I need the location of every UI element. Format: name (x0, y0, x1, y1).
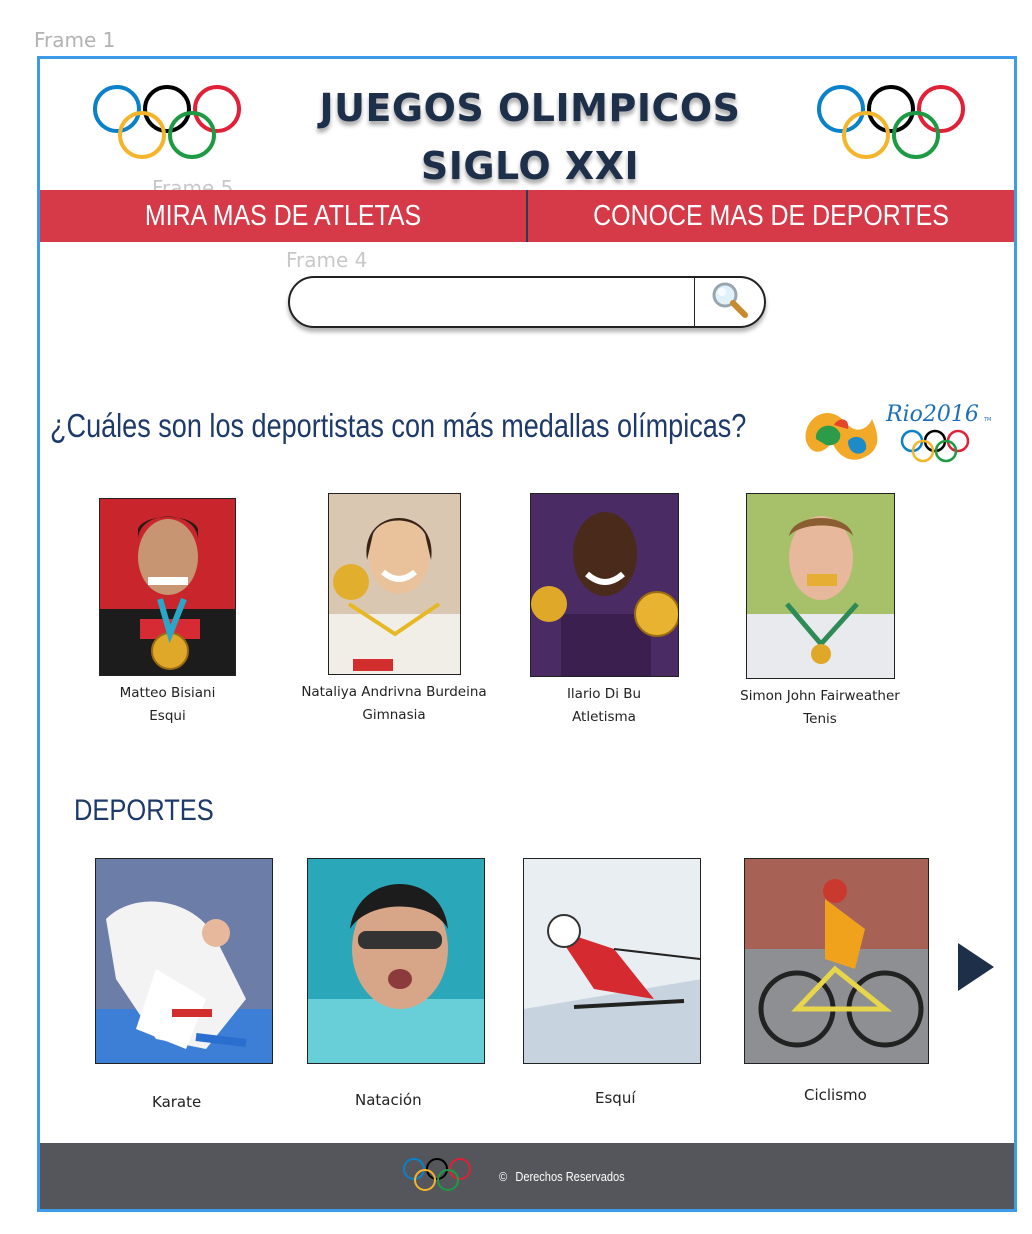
athlete-photo (529, 493, 679, 677)
sports-heading: DEPORTES (74, 794, 214, 827)
athlete-card[interactable]: Simon John Fairweather Tenis (730, 493, 910, 731)
athlete-name: Simon John Fairweather (740, 688, 900, 704)
athlete-name: Matteo Bisiani (119, 685, 216, 701)
sport-photo (307, 858, 485, 1064)
search-bar (288, 276, 766, 328)
sport-card-karate[interactable] (95, 858, 273, 1064)
title-line-2: SIGLO XXI (420, 144, 640, 188)
sport-card-ciclismo[interactable] (744, 858, 929, 1064)
athlete-photo (327, 493, 461, 675)
sport-label: Natación (355, 1091, 422, 1109)
footer: © Derechos Reservados (40, 1143, 1014, 1209)
triangle-right-icon[interactable] (956, 941, 996, 998)
rio-logo-text: Rio2016 (885, 402, 979, 427)
page-frame: JUEGOS OLIMPICOS SIGLO XXI Frame 5 MIRA … (37, 56, 1017, 1212)
athlete-card[interactable]: Ilario Di Bu Atletisma (524, 493, 684, 729)
athlete-photo (745, 493, 895, 679)
athlete-sport: Gimnasia (362, 707, 426, 723)
sport-photo (95, 858, 273, 1064)
title-line-1: JUEGOS OLIMPICOS (319, 86, 741, 130)
athlete-sport: Esqui (149, 708, 186, 724)
rio2016-logo: Rio2016 TM (798, 389, 998, 474)
athlete-card[interactable]: Nataliya Andrivna Burdeina Gimnasia (294, 493, 494, 727)
medalists-heading: ¿Cuáles son los deportistas con más meda… (50, 407, 747, 444)
frame-label-4: Frame 4 (286, 248, 368, 272)
sport-card-esqui[interactable] (523, 858, 701, 1064)
sport-label: Ciclismo (804, 1086, 867, 1104)
olympic-rings-icon (814, 85, 970, 161)
copyright-text: © Derechos Reservados (499, 1169, 625, 1184)
athlete-name: Nataliya Andrivna Burdeina (301, 684, 487, 700)
olympic-rings-icon (90, 85, 246, 161)
rio-logo-tm: TM (983, 417, 991, 423)
frame-label-1: Frame 1 (34, 28, 116, 52)
nav-athletes-button[interactable]: MIRA MAS DE ATLETAS (74, 190, 492, 242)
sport-label: Esquí (595, 1089, 636, 1107)
athlete-name: Ilario Di Bu (566, 686, 642, 702)
copyright-symbol: © (499, 1169, 508, 1184)
athlete-sport: Atletisma (572, 709, 636, 725)
search-button[interactable] (694, 278, 764, 326)
page-title: JUEGOS OLIMPICOS SIGLO XXI (290, 79, 770, 195)
sport-photo (744, 858, 929, 1064)
nav-divider (526, 190, 528, 242)
sport-label: Karate (152, 1093, 202, 1111)
sport-photo (523, 858, 701, 1064)
magnifier-icon (710, 280, 750, 325)
search-input[interactable] (290, 278, 695, 326)
athlete-photo (99, 498, 236, 676)
nav-sports-button[interactable]: CONOCE MAS DE DEPORTES (562, 190, 980, 242)
olympic-rings-icon (402, 1157, 472, 1198)
copyright-label: Derechos Reservados (515, 1169, 625, 1184)
sport-card-natacion[interactable] (307, 858, 485, 1064)
athlete-card[interactable]: Matteo Bisiani Esqui (90, 498, 245, 728)
main-nav: MIRA MAS DE ATLETAS CONOCE MAS DE DEPORT… (40, 190, 1014, 242)
athlete-sport: Tenis (803, 711, 837, 727)
